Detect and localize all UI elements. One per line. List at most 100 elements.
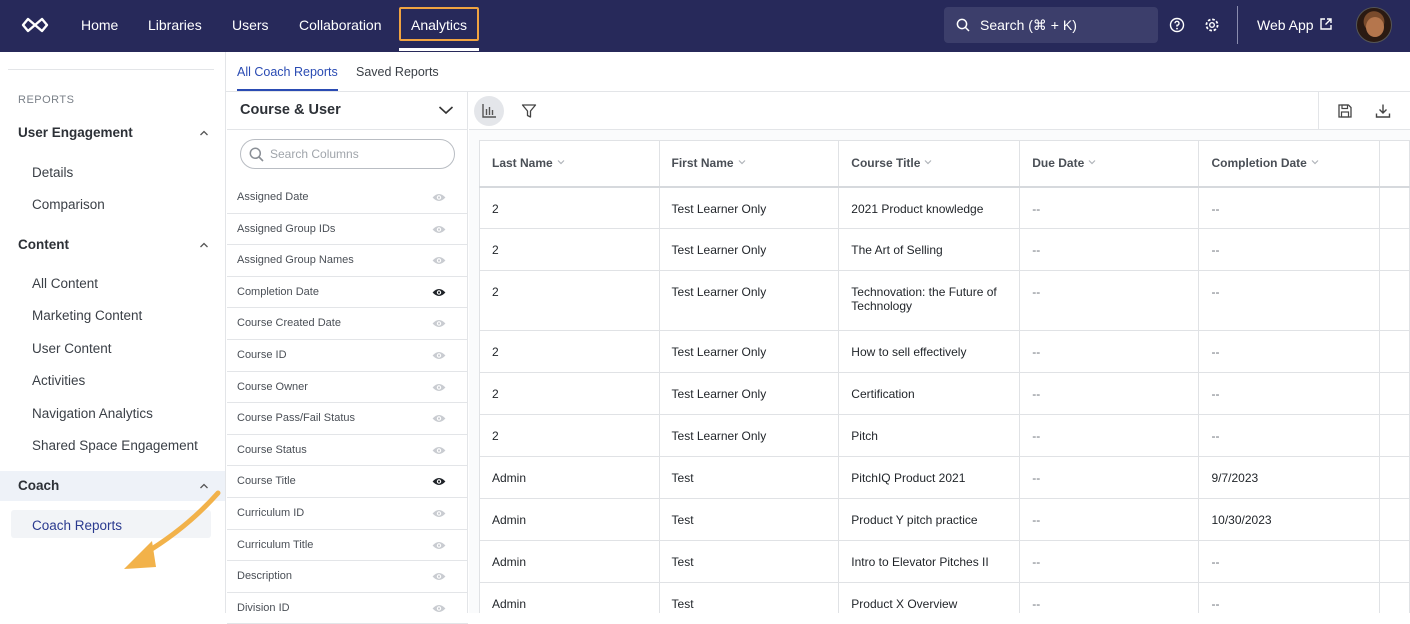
column-header[interactable]: Course Title (838, 140, 1021, 188)
sidebar-item-marketing-content[interactable]: Marketing Content (32, 308, 142, 323)
course-title-cell: Intro to Elevator Pitches II (838, 540, 1021, 583)
completion-date-cell: -- (1198, 270, 1381, 331)
table-row[interactable]: 2 Test Learner Only Technovation: the Futu… (479, 270, 1410, 331)
eye-icon-muted[interactable] (432, 350, 446, 361)
help-icon[interactable] (1168, 16, 1186, 34)
sort-chevron-icon[interactable] (1311, 159, 1319, 165)
column-option[interactable]: Completion Date (227, 277, 468, 309)
gear-icon[interactable] (1203, 16, 1221, 34)
sort-chevron-icon[interactable] (924, 159, 932, 165)
nav-link-users[interactable]: Users (232, 0, 269, 52)
column-option-label: Division ID (237, 601, 290, 614)
due-date-cell: -- (1019, 228, 1200, 271)
first-name-cell: Test Learner Only (658, 186, 840, 229)
course-title-cell: Product Y pitch practice (838, 498, 1021, 541)
sidebar-item-coach-reports[interactable]: Coach Reports (32, 518, 122, 533)
column-option[interactable]: Assigned Group Names (227, 245, 468, 277)
eye-icon-muted[interactable] (432, 445, 446, 456)
column-option[interactable]: Division ID (227, 593, 468, 624)
download-button[interactable] (1368, 96, 1398, 126)
column-header[interactable]: Last Name (479, 140, 660, 188)
first-name-cell: Test (658, 582, 840, 613)
last-name-cell: Admin (479, 456, 660, 499)
table-row[interactable]: Admin Test PitchIQ Product 2021 -- 9/7/2023 (479, 456, 1410, 499)
eye-icon-muted[interactable] (432, 413, 446, 424)
search-placeholder: Search (⌘ + K) (980, 17, 1077, 33)
sidebar-item-shared-space-engagement[interactable]: Shared Space Engagement (32, 438, 198, 453)
table-row[interactable]: Admin Test Product X Overview -- -- (479, 582, 1410, 613)
sidebar-group-user-engagement[interactable]: User Engagement (18, 125, 133, 140)
first-name-cell: Test Learner Only (658, 372, 840, 415)
chart-view-button[interactable] (474, 96, 504, 126)
web-app-link[interactable]: Web App (1257, 0, 1314, 52)
tab-saved-reports[interactable]: Saved Reports (356, 52, 439, 91)
column-option[interactable]: Course Created Date (227, 308, 468, 340)
overflow-cell (1379, 456, 1410, 499)
chevron-up-icon[interactable] (199, 481, 209, 491)
nav-link-libraries[interactable]: Libraries (148, 0, 202, 52)
table-row[interactable]: 2 Test Learner Only How to sell effectivel… (479, 330, 1410, 373)
sidebar-item-activities[interactable]: Activities (32, 373, 85, 388)
nav-link-analytics[interactable]: Analytics (399, 7, 480, 41)
eye-icon-muted[interactable] (432, 224, 446, 235)
sidebar-item-navigation-analytics[interactable]: Navigation Analytics (32, 406, 153, 421)
eye-icon[interactable] (432, 476, 446, 487)
sidebar-item-user-content[interactable]: User Content (32, 341, 112, 356)
table-row[interactable]: 2 Test Learner Only The Art of Selling -- -- (479, 228, 1410, 271)
table-row[interactable]: 2 Test Learner Only 2021 Product knowledge… (479, 186, 1410, 229)
column-option-label: Curriculum ID (237, 507, 305, 519)
sidebar-item-all-content[interactable]: All Content (32, 276, 98, 291)
column-header[interactable]: First Name (658, 140, 840, 188)
last-name-cell: Admin (479, 582, 660, 613)
eye-icon-muted[interactable] (432, 192, 446, 203)
eye-icon-muted[interactable] (432, 540, 446, 551)
table-row[interactable]: Admin Test Intro to Elevator Pitches II -- -… (479, 540, 1410, 583)
column-option[interactable]: Description (227, 561, 468, 593)
column-option[interactable]: Curriculum ID (227, 498, 468, 530)
due-date-cell: -- (1019, 582, 1200, 613)
column-header[interactable]: Due Date (1019, 140, 1200, 188)
global-search-input[interactable]: Search (⌘ + K) (944, 7, 1158, 43)
column-header[interactable]: Completion Date (1198, 140, 1381, 188)
sort-chevron-icon[interactable] (557, 159, 565, 165)
table-row[interactable]: Admin Test Product Y pitch practice -- 10/30… (479, 498, 1410, 541)
nav-link-home[interactable]: Home (81, 0, 118, 52)
column-search-input[interactable]: Search Columns (240, 139, 455, 169)
sort-chevron-icon[interactable] (738, 159, 746, 165)
chevron-up-icon[interactable] (199, 240, 209, 250)
infinity-logo-icon[interactable] (20, 14, 50, 36)
sidebar-item-comparison[interactable]: Comparison (32, 197, 105, 212)
eye-icon-muted[interactable] (432, 382, 446, 393)
nav-link-collaboration[interactable]: Collaboration (299, 0, 382, 52)
sidebar-group-content[interactable]: Content (18, 237, 69, 252)
column-option-label: Curriculum Title (237, 538, 314, 551)
column-category-dropdown[interactable]: Course & User (227, 92, 468, 130)
tab-all-coach-reports[interactable]: All Coach Reports (237, 52, 338, 91)
external-link-icon[interactable] (1319, 17, 1333, 31)
column-option[interactable]: Course Owner (227, 372, 468, 404)
chevron-up-icon[interactable] (199, 128, 209, 138)
course-title-cell: PitchIQ Product 2021 (838, 456, 1021, 499)
eye-icon-muted[interactable] (432, 508, 446, 519)
eye-icon-muted[interactable] (432, 603, 446, 614)
user-avatar[interactable] (1356, 7, 1392, 43)
save-report-button[interactable] (1330, 96, 1360, 126)
eye-icon-muted[interactable] (432, 318, 446, 329)
column-option[interactable]: Course ID (227, 340, 468, 372)
sidebar-group-coach[interactable]: Coach (18, 478, 59, 493)
eye-icon-muted[interactable] (432, 571, 446, 582)
sidebar-item-details[interactable]: Details (32, 165, 73, 180)
filter-button[interactable] (514, 96, 544, 126)
eye-icon[interactable] (432, 287, 446, 298)
sort-chevron-icon[interactable] (1088, 159, 1096, 165)
column-option[interactable]: Assigned Date (227, 182, 468, 214)
column-option[interactable]: Assigned Group IDs (227, 214, 468, 246)
column-option[interactable]: Course Pass/Fail Status (227, 403, 468, 435)
table-row[interactable]: 2 Test Learner Only Certification -- -- (479, 372, 1410, 415)
column-option[interactable]: Course Title (227, 466, 468, 498)
eye-icon-muted[interactable] (432, 255, 446, 266)
overflow-cell (1379, 186, 1410, 229)
column-option[interactable]: Curriculum Title (227, 530, 468, 562)
column-option[interactable]: Course Status (227, 435, 468, 467)
table-row[interactable]: 2 Test Learner Only Pitch -- -- (479, 414, 1410, 457)
